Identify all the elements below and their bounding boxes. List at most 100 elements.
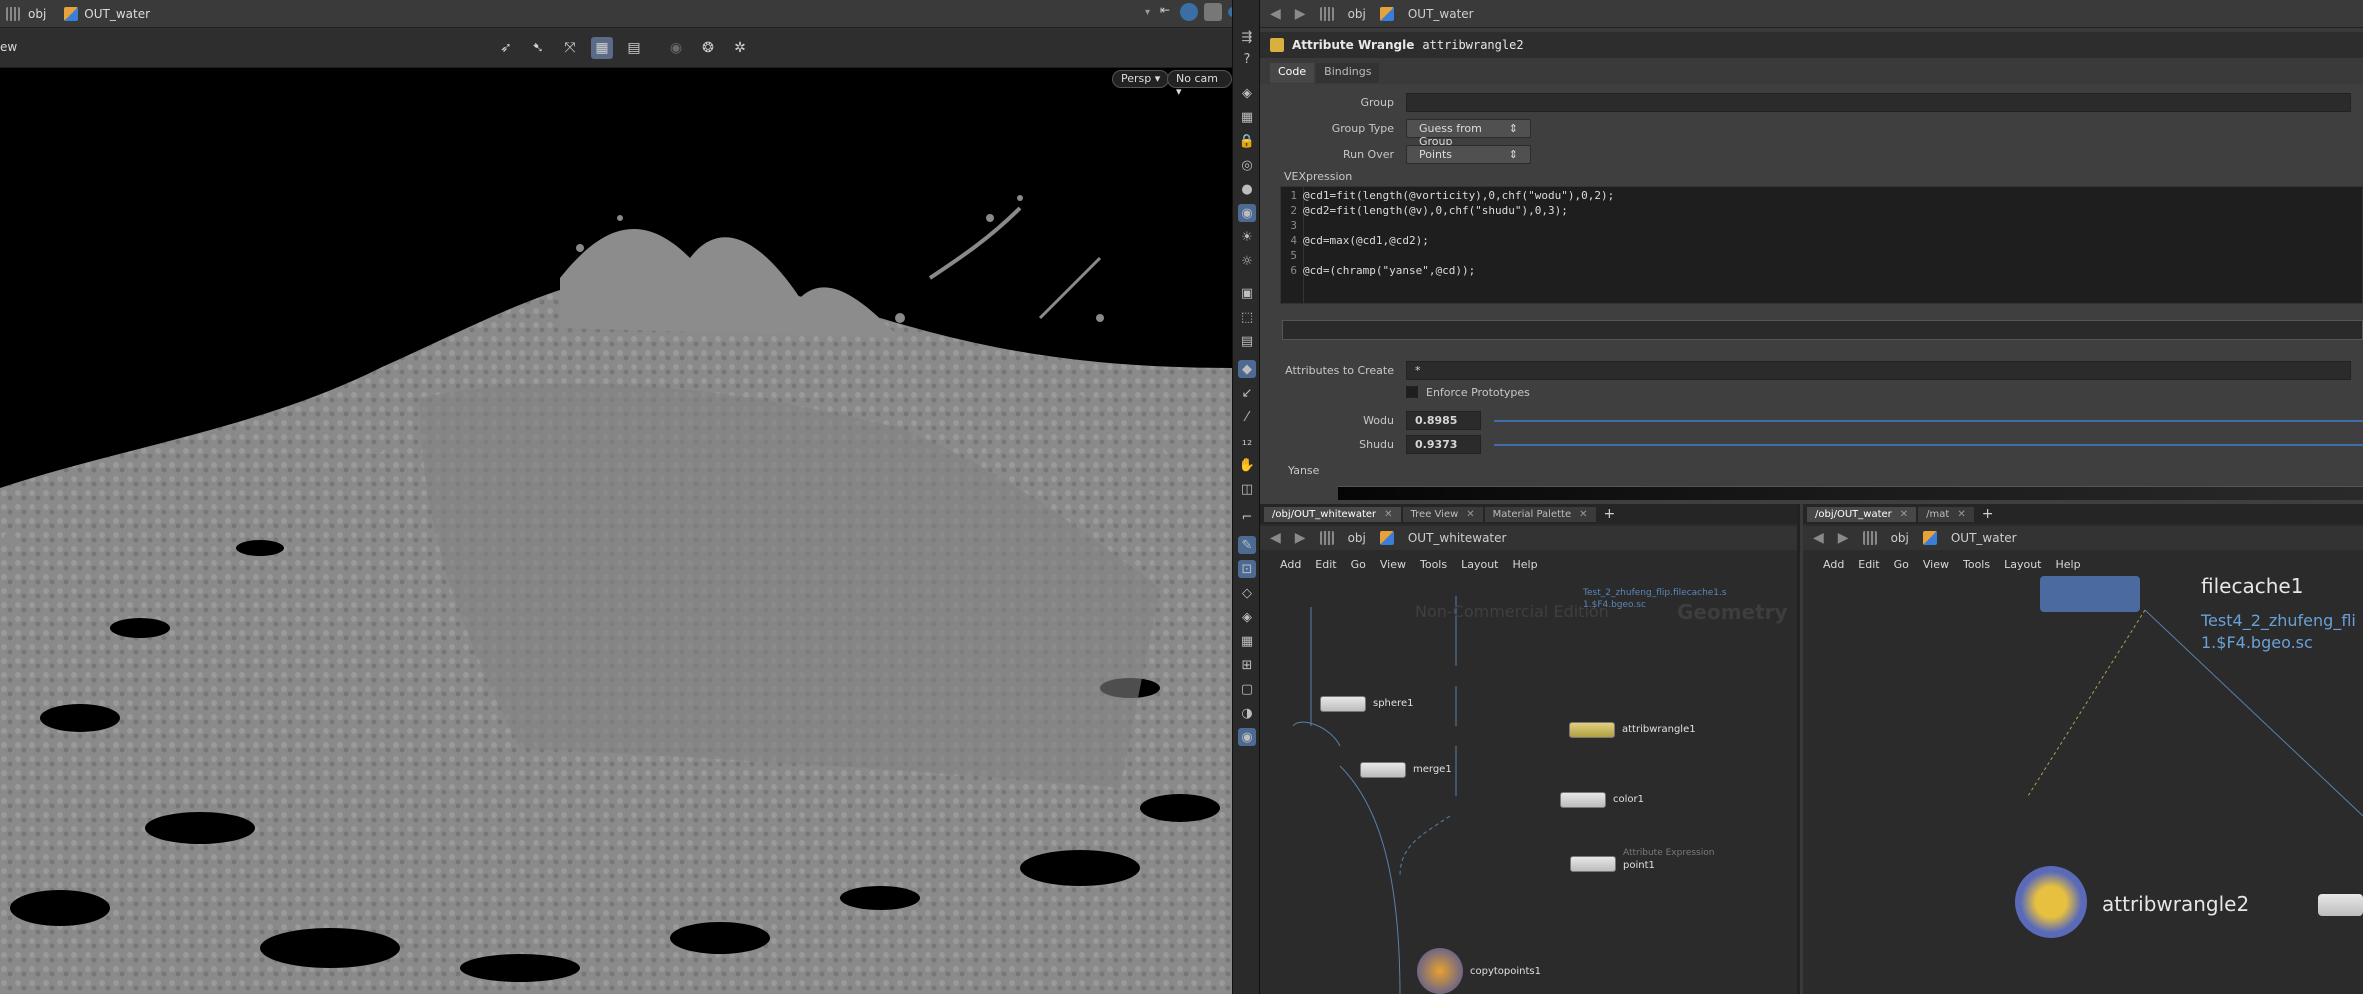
forward-arrow-icon[interactable]: ▶ <box>1838 530 1849 546</box>
select-primitives-icon[interactable]: ▦ <box>591 37 613 59</box>
tab-material-palette[interactable]: Material Palette ✕ <box>1484 506 1596 522</box>
back-arrow-icon[interactable]: ◀ <box>1270 530 1281 546</box>
path-obj[interactable]: obj <box>1348 531 1366 545</box>
group-type-menu[interactable]: Guess from Group ⇕ <box>1406 118 1531 148</box>
hand-icon[interactable]: ✋ <box>1238 456 1256 474</box>
shudu-input[interactable]: 0.9373 <box>1406 434 1481 454</box>
pin-icon[interactable]: ⇤ <box>1156 3 1174 21</box>
bookmark-icon[interactable]: ◉ <box>1238 728 1256 746</box>
back-arrow-icon[interactable]: ◀ <box>1813 530 1824 546</box>
snapshot-icon[interactable]: ❂ <box>697 37 719 59</box>
camera-menu[interactable]: No cam ▾ <box>1167 70 1232 98</box>
vex-code-editor[interactable]: 1 @cd1=fit(length(@vorticity),0,chf("wodu… <box>1280 186 2363 305</box>
menu-go[interactable]: Go <box>1351 558 1366 571</box>
menu-help[interactable]: Help <box>1513 558 1538 571</box>
link-icon[interactable] <box>1180 3 1198 21</box>
desktop-icon[interactable] <box>6 6 20 21</box>
path-obj[interactable]: obj <box>1348 7 1366 21</box>
attribwrangle2-node[interactable] <box>2015 866 2087 938</box>
shading-icon[interactable]: ◉ <box>1238 204 1256 222</box>
point-numbers-icon[interactable]: ₁₂ <box>1238 432 1256 450</box>
reference-plane-icon[interactable]: ◈ <box>1238 608 1256 626</box>
run-over-menu[interactable]: Points ⇕ <box>1406 144 1531 164</box>
screenshot-icon[interactable]: ▢ <box>1238 680 1256 698</box>
3d-viewport[interactable]: Persp ▾ No cam ▾ <box>0 68 1232 994</box>
menu-layout[interactable]: Layout <box>2004 558 2041 571</box>
back-arrow-icon[interactable]: ◀ <box>1270 6 1281 22</box>
path-out-water[interactable]: OUT_water <box>1951 531 2017 545</box>
menu-layout[interactable]: Layout <box>1461 558 1498 571</box>
vectors-icon[interactable]: ⁄ <box>1238 408 1256 426</box>
flipbook-icon[interactable]: ▦ <box>1238 632 1256 650</box>
point-node[interactable] <box>1570 856 1616 872</box>
network-canvas[interactable]: filecache1 Test4_2_zhufeng_fli 1.$F4.bge… <box>1803 576 2363 994</box>
settings-icon[interactable]: ✲ <box>729 37 751 59</box>
viewport-layout-icon[interactable]: ⇶ <box>1238 28 1256 46</box>
sphere-icon[interactable]: ● <box>1238 180 1256 198</box>
close-icon[interactable]: ✕ <box>1579 509 1587 520</box>
forward-arrow-icon[interactable]: ▶ <box>1295 6 1306 22</box>
wodu-input[interactable]: 0.8985 <box>1406 410 1481 430</box>
menu-tools[interactable]: Tools <box>1420 558 1447 571</box>
wodu-slider[interactable] <box>1494 420 2363 422</box>
menu-add[interactable]: Add <box>1280 558 1301 571</box>
select-points-icon[interactable]: ➷ <box>527 37 549 59</box>
background-icon[interactable]: ▤ <box>1238 332 1256 350</box>
menu-view[interactable]: View <box>1923 558 1949 571</box>
shudu-slider[interactable] <box>1494 444 2363 446</box>
close-icon[interactable]: ✕ <box>1957 509 1965 520</box>
camera-icon[interactable]: ◫ <box>1238 480 1256 498</box>
snapping-icon[interactable]: ✎ <box>1238 536 1256 554</box>
render-region-icon[interactable]: ⊞ <box>1238 656 1256 674</box>
attrs-input[interactable]: * <box>1406 360 2351 380</box>
tab-tree-view[interactable]: Tree View ✕ <box>1402 506 1483 522</box>
point-display-icon[interactable]: ◆ <box>1238 360 1256 378</box>
secure-selection-icon[interactable]: ◉ <box>665 37 687 59</box>
ghost-icon[interactable]: ◎ <box>1238 156 1256 174</box>
add-tab-icon[interactable]: + <box>1598 506 1622 522</box>
lock-icon[interactable]: 🔒 <box>1238 132 1256 150</box>
yanse-ramp[interactable] <box>1338 486 2363 500</box>
offscreen-node[interactable] <box>2318 894 2363 916</box>
grid-icon[interactable]: ▦ <box>1238 108 1256 126</box>
select-edges-icon[interactable]: ⤧ <box>559 37 581 59</box>
close-icon[interactable]: ✕ <box>1900 509 1908 520</box>
node-name-field[interactable]: attribwrangle2 <box>1422 38 1523 52</box>
wireframe-icon[interactable]: ⬚ <box>1238 308 1256 326</box>
close-icon[interactable]: ✕ <box>1466 509 1474 520</box>
path-out-whitewater[interactable]: OUT_whitewater <box>1408 531 1507 545</box>
desktop-icon[interactable] <box>1862 531 1877 545</box>
menu-edit[interactable]: Edit <box>1858 558 1879 571</box>
filecache-node[interactable] <box>2040 576 2140 612</box>
texture-icon[interactable]: ▣ <box>1238 284 1256 302</box>
tab-bindings[interactable]: Bindings <box>1316 63 1380 83</box>
desktop-icon[interactable] <box>1319 531 1334 545</box>
menu-help[interactable]: Help <box>2056 558 2081 571</box>
attribwrangle1-node[interactable] <box>1569 722 1615 738</box>
menu-view[interactable]: View <box>1380 558 1406 571</box>
normals-icon[interactable]: ↙ <box>1238 384 1256 402</box>
menu-go[interactable]: Go <box>1894 558 1909 571</box>
path-obj[interactable]: obj <box>1891 531 1909 545</box>
tab-obj-out-water[interactable]: /obj/OUT_water ✕ <box>1807 506 1917 522</box>
close-icon[interactable]: ✕ <box>1384 509 1392 520</box>
select-arrow-icon[interactable]: ➶ <box>495 37 517 59</box>
persp-menu[interactable]: Persp ▾ <box>1112 70 1170 88</box>
construction-plane-icon[interactable]: ◇ <box>1238 584 1256 602</box>
frame-icon[interactable]: ⌐ <box>1238 508 1256 526</box>
menu-tools[interactable]: Tools <box>1963 558 1990 571</box>
tab-code[interactable]: Code <box>1270 63 1315 83</box>
light-icon[interactable]: ☀ <box>1238 228 1256 246</box>
copytopoints-node[interactable] <box>1417 948 1463 994</box>
tab-mat[interactable]: /mat ✕ <box>1918 506 1974 522</box>
enforce-checkbox[interactable] <box>1406 386 1418 398</box>
color-node[interactable] <box>1560 792 1606 808</box>
expression-output-field[interactable] <box>1282 320 2363 340</box>
headlight-icon[interactable]: ☼ <box>1238 252 1256 270</box>
ortho-icon[interactable]: ⊡ <box>1238 560 1256 578</box>
dropdown-arrow-icon[interactable]: ▾ <box>1145 7 1150 18</box>
group-input[interactable] <box>1406 92 2351 112</box>
desktop-icon[interactable] <box>1319 6 1334 21</box>
add-tab-icon[interactable]: + <box>1976 506 2000 522</box>
menu-edit[interactable]: Edit <box>1315 558 1336 571</box>
